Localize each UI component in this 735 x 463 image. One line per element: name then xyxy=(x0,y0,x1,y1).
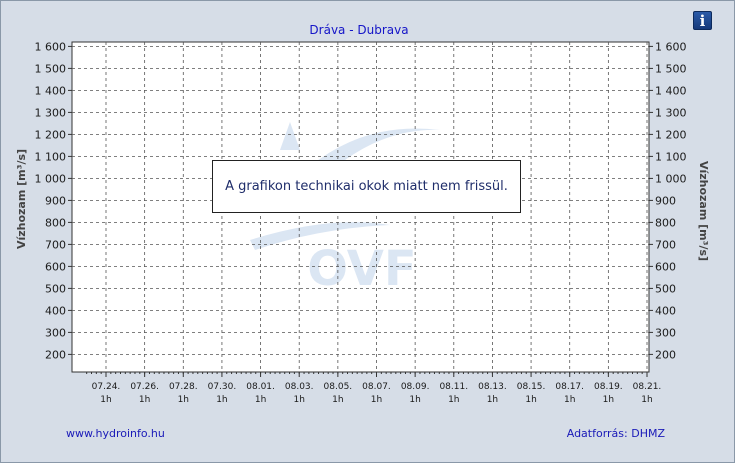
x-tick-sublabel: 1h xyxy=(100,395,111,405)
y-tick-label-left: 1 200 xyxy=(35,128,67,141)
x-tick-sublabel: 1h xyxy=(216,395,227,405)
y-tick-label-left: 200 xyxy=(45,348,66,361)
x-tick-label: 08.05. xyxy=(324,382,353,392)
y-tick-label-left: 1 000 xyxy=(35,172,67,185)
x-tick-sublabel: 1h xyxy=(139,395,150,405)
x-tick-label: 08.21. xyxy=(633,382,662,392)
y-tick-label-right: 200 xyxy=(655,348,676,361)
x-tick-sublabel: 1h xyxy=(564,395,575,405)
y-tick-label-right: 1 300 xyxy=(655,106,687,119)
y-tick-label-left: 300 xyxy=(45,326,66,339)
y-tick-label-left: 1 500 xyxy=(35,62,67,75)
y-tick-label-right: 1 100 xyxy=(655,150,687,163)
x-tick-label: 07.24. xyxy=(92,382,121,392)
x-tick-sublabel: 1h xyxy=(409,395,420,405)
x-tick-sublabel: 1h xyxy=(487,395,498,405)
hydroinfo-link[interactable]: www.hydroinfo.hu xyxy=(66,427,165,440)
x-tick-label: 07.26. xyxy=(130,382,159,392)
x-tick-label: 08.17. xyxy=(555,382,584,392)
y-tick-label-right: 900 xyxy=(655,194,676,207)
x-tick-sublabel: 1h xyxy=(641,395,652,405)
notice-box: A grafikon technikai okok miatt nem fris… xyxy=(212,160,521,213)
y-tick-label-left: 600 xyxy=(45,260,66,273)
y-tick-label-right: 400 xyxy=(655,304,676,317)
x-tick-sublabel: 1h xyxy=(603,395,614,405)
y-tick-label-right: 1 600 xyxy=(655,40,687,53)
y-tick-label-right: 1 000 xyxy=(655,172,687,185)
x-tick-label: 07.28. xyxy=(169,382,198,392)
x-tick-sublabel: 1h xyxy=(255,395,266,405)
y-tick-label-left: 400 xyxy=(45,304,66,317)
x-tick-sublabel: 1h xyxy=(293,395,304,405)
y-tick-label-left: 700 xyxy=(45,238,66,251)
y-axis-title-right: Vízhozam [m³/s] xyxy=(697,161,710,261)
y-tick-label-left: 1 400 xyxy=(35,84,67,97)
x-tick-label: 08.09. xyxy=(401,382,430,392)
y-tick-label-left: 1 300 xyxy=(35,106,67,119)
y-tick-label-left: 1 100 xyxy=(35,150,67,163)
y-tick-label-right: 1 400 xyxy=(655,84,687,97)
info-button[interactable]: i xyxy=(693,11,712,30)
x-tick-sublabel: 1h xyxy=(525,395,536,405)
x-tick-label: 08.13. xyxy=(478,382,507,392)
y-axis-title-left: Vízhozam [m³/s] xyxy=(15,149,28,249)
x-tick-label: 08.15. xyxy=(517,382,546,392)
x-tick-sublabel: 1h xyxy=(371,395,382,405)
x-tick-sublabel: 1h xyxy=(178,395,189,405)
x-tick-sublabel: 1h xyxy=(448,395,459,405)
x-tick-label: 08.07. xyxy=(362,382,391,392)
x-tick-label: 08.19. xyxy=(594,382,623,392)
x-axis: 07.24. 1h 07.26. 1h 07.28. 1h 07.30. 1h 08.01. 1h… xyxy=(86,372,662,405)
y-tick-label-right: 1 500 xyxy=(655,62,687,75)
x-tick-label: 08.01. xyxy=(246,382,275,392)
chart-svg: Dráva - Dubrava OVF 1 600 1 6001 500 1 500… xyxy=(15,23,710,405)
y-tick-label-right: 500 xyxy=(655,282,676,295)
chart-title: Dráva - Dubrava xyxy=(309,23,408,37)
y-tick-label-left: 900 xyxy=(45,194,66,207)
y-tick-label-left: 1 600 xyxy=(35,40,67,53)
data-source-label: Adatforrás: DHMZ xyxy=(566,427,665,440)
y-tick-label-right: 700 xyxy=(655,238,676,251)
y-tick-label-right: 600 xyxy=(655,260,676,273)
x-tick-label: 07.30. xyxy=(208,382,237,392)
y-tick-label-left: 800 xyxy=(45,216,66,229)
x-tick-label: 08.11. xyxy=(439,382,468,392)
x-tick-sublabel: 1h xyxy=(332,395,343,405)
y-tick-label-right: 300 xyxy=(655,326,676,339)
x-tick-label: 08.03. xyxy=(285,382,314,392)
y-tick-label-left: 500 xyxy=(45,282,66,295)
y-tick-label-right: 1 200 xyxy=(655,128,687,141)
y-tick-label-right: 800 xyxy=(655,216,676,229)
